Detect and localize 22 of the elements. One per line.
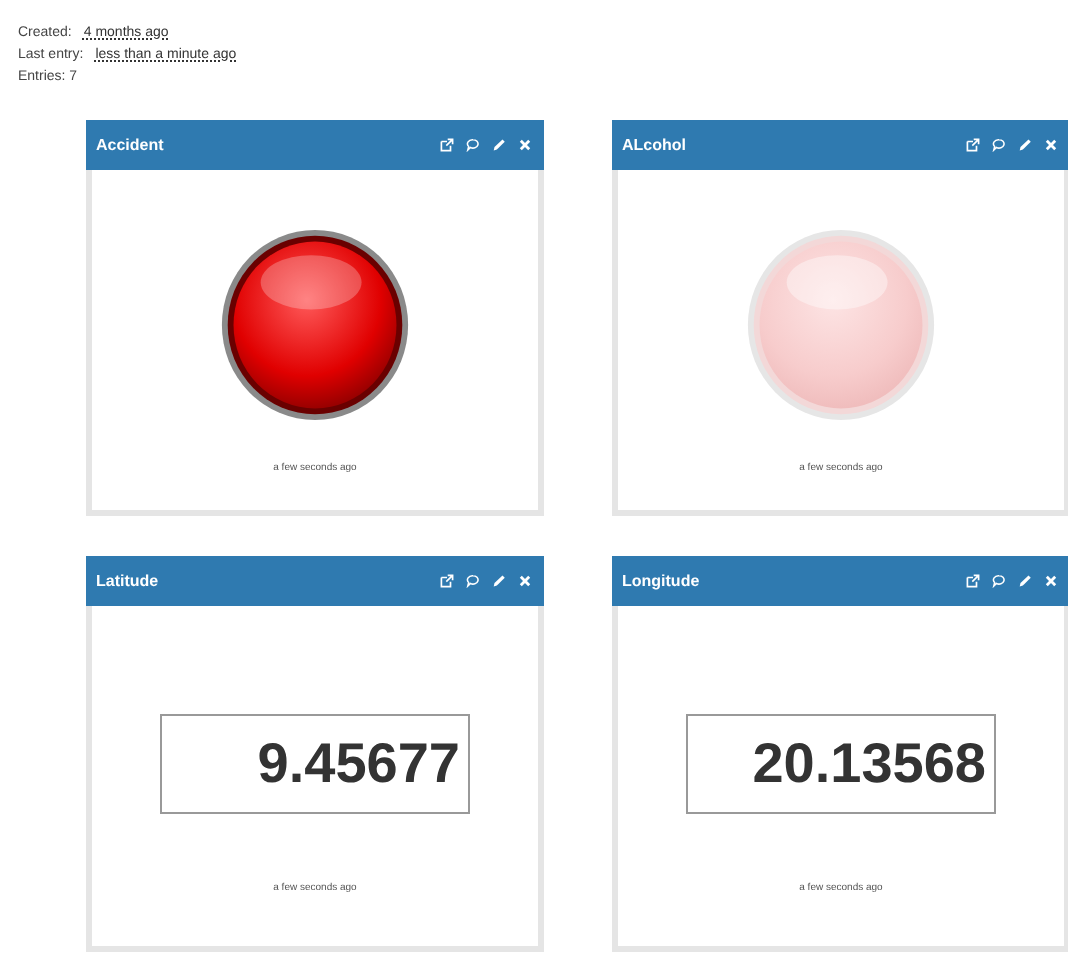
external-link-icon[interactable] — [966, 574, 980, 588]
close-icon[interactable] — [518, 574, 532, 588]
pencil-icon[interactable] — [492, 574, 506, 588]
pencil-icon[interactable] — [492, 138, 506, 152]
comment-icon[interactable] — [992, 138, 1006, 152]
comment-icon[interactable] — [466, 574, 480, 588]
panel-title: ALcohol — [622, 136, 686, 154]
value-display: 9.45677 — [160, 714, 470, 814]
external-link-icon[interactable] — [440, 138, 454, 152]
close-icon[interactable] — [518, 138, 532, 152]
close-icon[interactable] — [1044, 574, 1058, 588]
panel-title: Longitude — [622, 572, 700, 590]
panel-title: Latitude — [96, 572, 159, 590]
comment-icon[interactable] — [466, 138, 480, 152]
external-link-icon[interactable] — [966, 138, 980, 152]
value-display: 20.13568 — [686, 714, 996, 814]
close-icon[interactable] — [1044, 138, 1058, 152]
pencil-icon[interactable] — [1018, 574, 1032, 588]
comment-icon[interactable] — [992, 574, 1006, 588]
external-link-icon[interactable] — [440, 574, 454, 588]
pencil-icon[interactable] — [1018, 138, 1032, 152]
panel-title: Accident — [96, 136, 164, 154]
